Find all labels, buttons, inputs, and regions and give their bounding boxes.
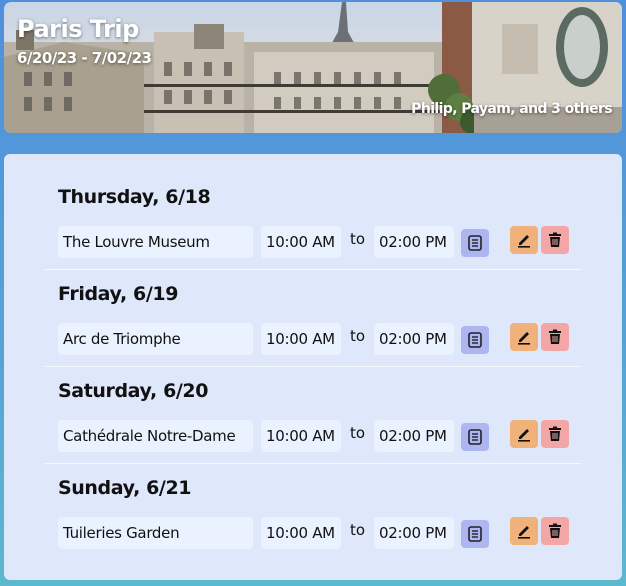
trash-icon (549, 426, 561, 441)
trip-dates: 6/20/23 - 7/02/23 (17, 49, 152, 67)
to-label: to (350, 521, 366, 539)
activity-name-field[interactable]: Tuileries Garden (58, 517, 253, 549)
pencil-icon (518, 332, 530, 345)
delete-button[interactable] (541, 420, 569, 448)
day-section: Friday, 6/19 Arc de Triomphe 10:00 AM to… (45, 251, 581, 367)
notes-icon (468, 526, 482, 542)
day-title: Sunday, 6/21 (58, 477, 192, 499)
trip-title: Paris Trip (17, 15, 139, 43)
day-section: Sunday, 6/21 Tuileries Garden 10:00 AM t… (45, 445, 581, 549)
to-label: to (350, 230, 366, 248)
trash-icon (549, 232, 561, 247)
travelers-summary[interactable]: Philip, Payam, and 3 others (411, 101, 612, 117)
trip-banner: Paris Trip 6/20/23 - 7/02/23 Philip, Pay… (4, 2, 622, 133)
day-section: Thursday, 6/18 The Louvre Museum 10:00 A… (45, 154, 581, 270)
day-title: Thursday, 6/18 (58, 186, 211, 208)
pencil-icon (518, 526, 530, 539)
pencil-icon (518, 429, 530, 442)
pencil-icon (518, 235, 530, 248)
day-title: Saturday, 6/20 (58, 380, 209, 402)
edit-button[interactable] (510, 420, 538, 448)
edit-button[interactable] (510, 323, 538, 351)
edit-button[interactable] (510, 226, 538, 254)
delete-button[interactable] (541, 517, 569, 545)
day-title: Friday, 6/19 (58, 283, 179, 305)
start-time-field[interactable]: 10:00 AM (261, 517, 341, 549)
end-time-field[interactable]: 02:00 PM (374, 517, 454, 549)
notes-icon (468, 332, 482, 348)
day-section: Saturday, 6/20 Cathédrale Notre-Dame 10:… (45, 348, 581, 464)
itinerary-panel: Thursday, 6/18 The Louvre Museum 10:00 A… (4, 154, 622, 580)
notes-icon (468, 235, 482, 251)
notes-icon (468, 429, 482, 445)
trash-icon (549, 523, 561, 538)
trash-icon (549, 329, 561, 344)
to-label: to (350, 424, 366, 442)
edit-button[interactable] (510, 517, 538, 545)
delete-button[interactable] (541, 323, 569, 351)
notes-button[interactable] (461, 520, 489, 548)
to-label: to (350, 327, 366, 345)
delete-button[interactable] (541, 226, 569, 254)
